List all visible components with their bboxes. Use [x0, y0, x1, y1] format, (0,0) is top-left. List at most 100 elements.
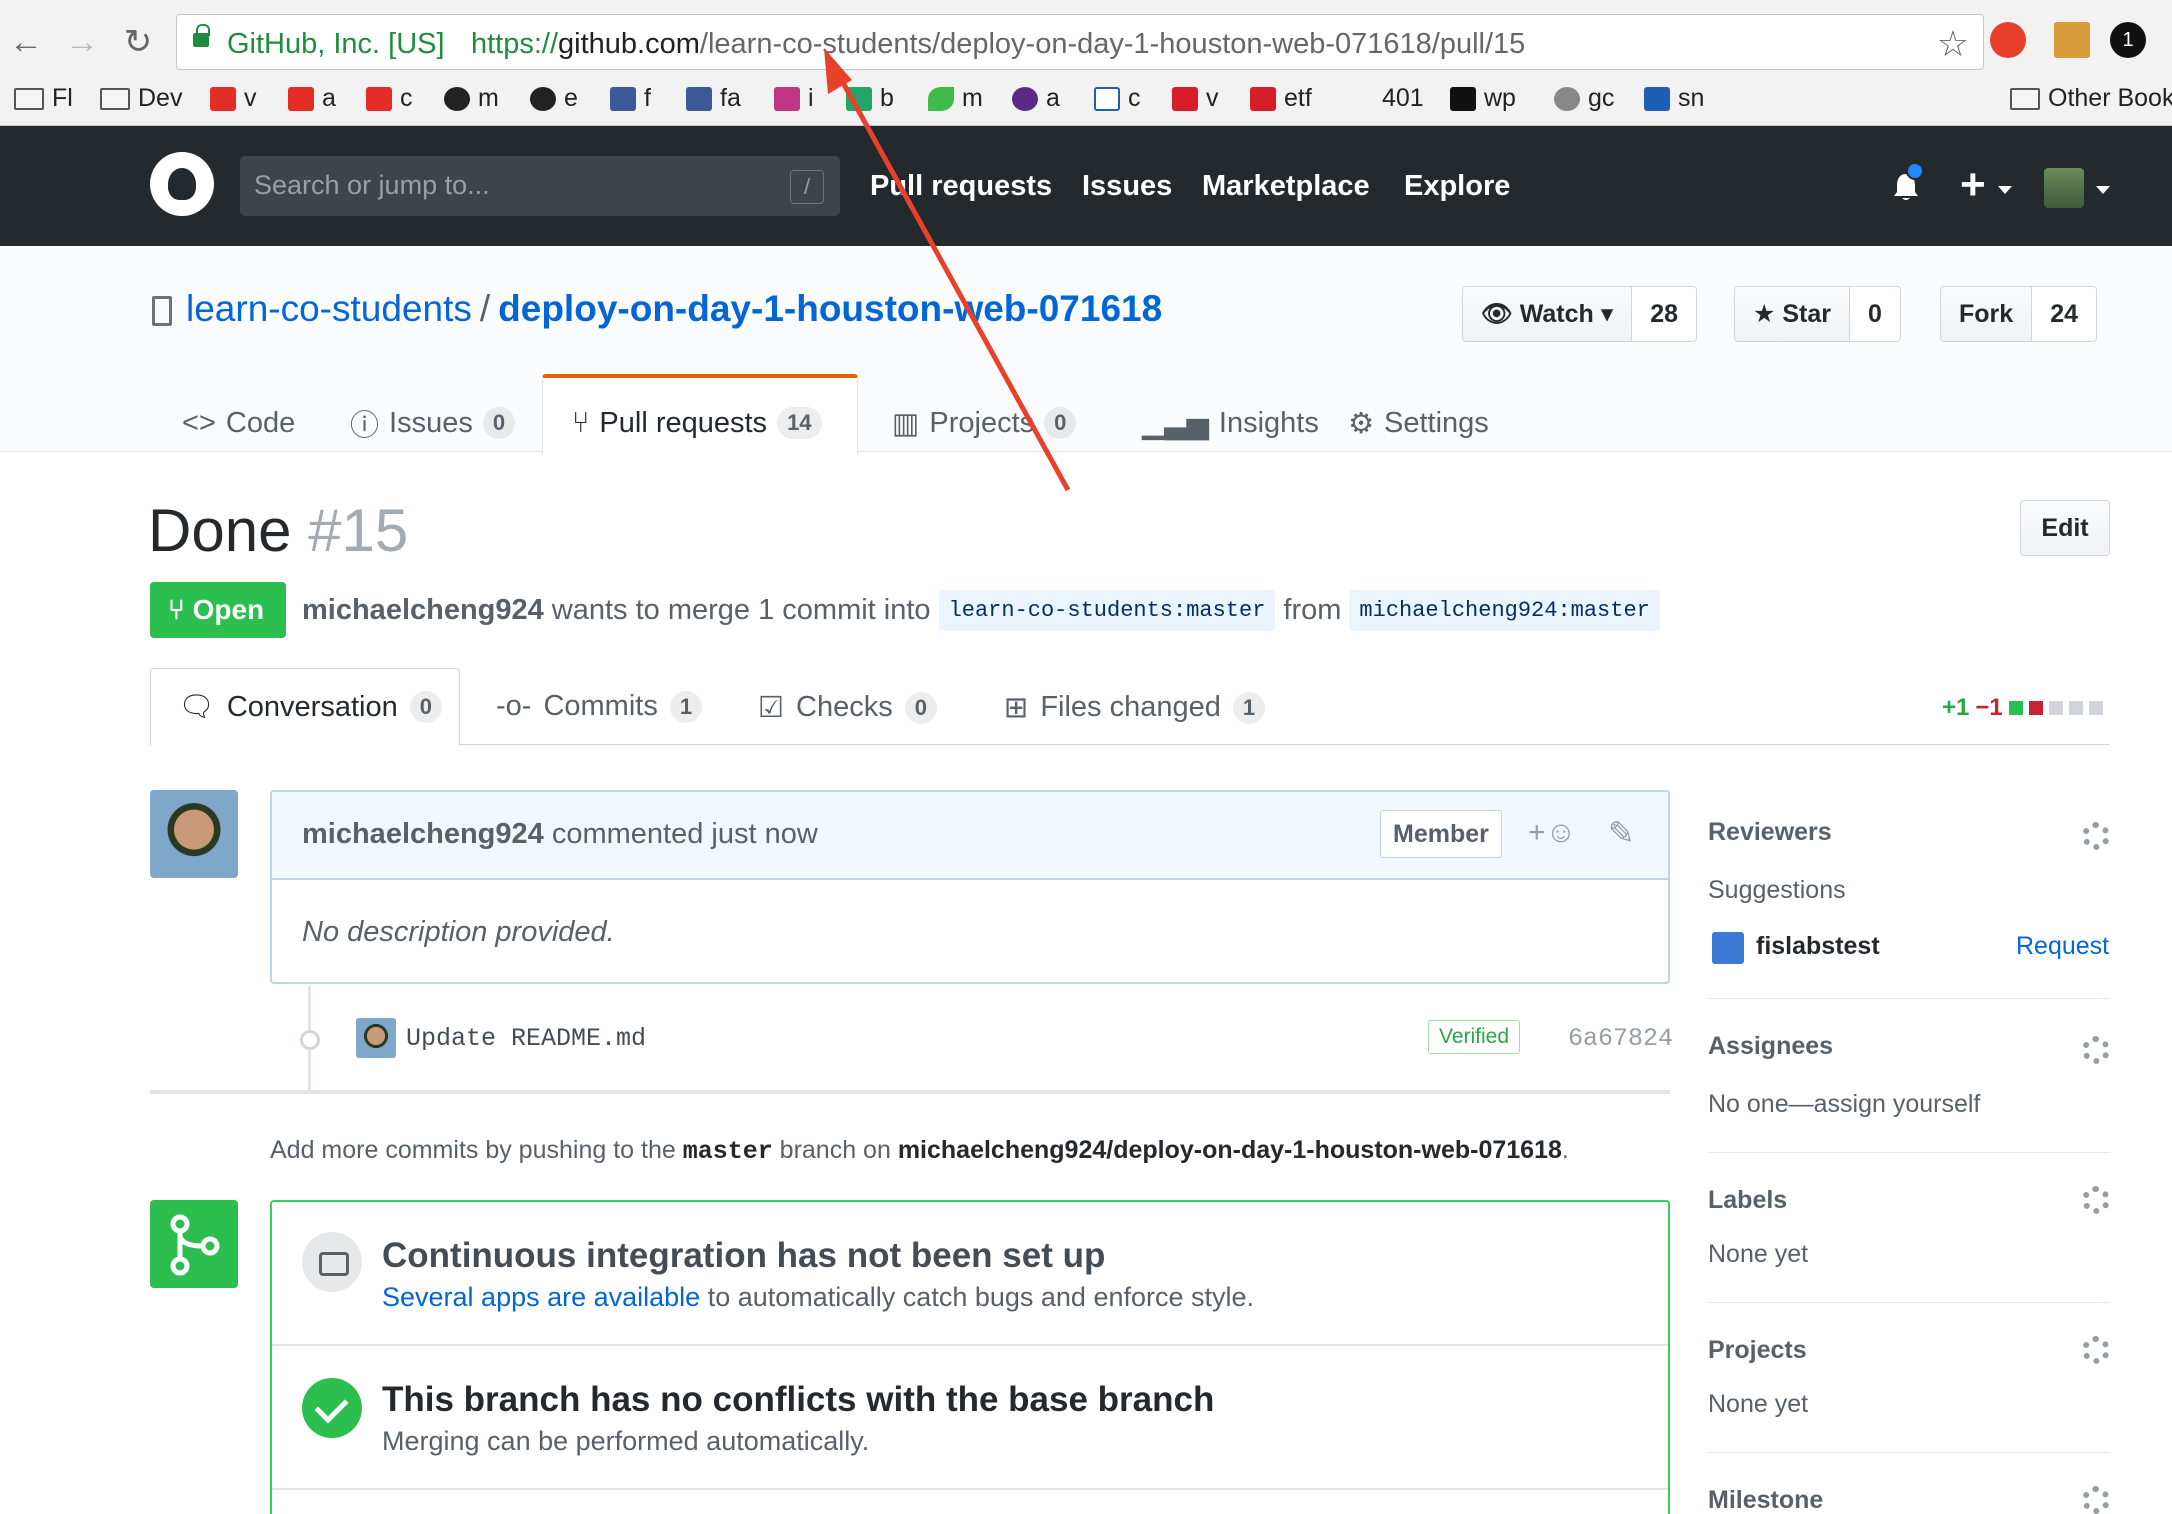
repo-owner-link[interactable]: learn-co-students: [186, 288, 472, 329]
tab-files-changed[interactable]: ⊞ Files changed 1: [1004, 690, 1266, 725]
labels-heading[interactable]: Labels: [1708, 1186, 1787, 1215]
edit-title-button[interactable]: Edit: [2020, 500, 2110, 556]
bookmark-item[interactable]: e: [530, 84, 578, 113]
issues-count: 0: [482, 407, 516, 439]
tab-insights[interactable]: ▁▃▅ Insights: [1142, 394, 1319, 452]
reviewers-heading[interactable]: Reviewers: [1708, 818, 1832, 847]
pr-author-link[interactable]: michaelcheng924: [302, 594, 544, 627]
forward-icon[interactable]: →: [62, 22, 102, 62]
watch-button[interactable]: 👁 Watch ▾: [1462, 286, 1633, 342]
divider: [1708, 1302, 2110, 1303]
tab-code[interactable]: <> Code: [182, 394, 295, 452]
extension-icon[interactable]: [2054, 22, 2090, 58]
bookmark-star-icon[interactable]: ☆: [1937, 23, 1969, 65]
suggestions-label: Suggestions: [1708, 876, 1846, 904]
leaf-icon: [928, 86, 954, 111]
bookmark-item[interactable]: a: [1012, 84, 1060, 113]
bookmark-item[interactable]: i: [774, 84, 814, 113]
base-branch[interactable]: learn-co-students:master: [938, 590, 1276, 631]
lock-icon: [193, 24, 210, 47]
watch-count[interactable]: 28: [1632, 286, 1698, 342]
reload-icon[interactable]: ↻: [118, 22, 158, 62]
commit-message-link[interactable]: Update README.md: [406, 1024, 646, 1053]
bookmark-item[interactable]: gc: [1554, 84, 1614, 113]
repo-name-link[interactable]: deploy-on-day-1-houston-web-071618: [498, 288, 1162, 329]
create-new-icon[interactable]: +: [1960, 160, 1986, 210]
star-count[interactable]: 0: [1850, 286, 1901, 342]
ci-icon: [302, 1232, 362, 1292]
assign-yourself-link[interactable]: No one—assign yourself: [1708, 1090, 1980, 1119]
gear-icon[interactable]: [2082, 1486, 2110, 1514]
merge-status-box: Continuous integration has not been set …: [270, 1200, 1670, 1514]
tab-conversation[interactable]: 🗨 Conversation 0: [178, 690, 442, 724]
comment-body: No description provided.: [302, 916, 615, 948]
head-branch[interactable]: michaelcheng924:master: [1349, 590, 1660, 631]
apps-link[interactable]: Several apps are available: [382, 1282, 700, 1312]
bookmark-item[interactable]: a: [288, 84, 336, 113]
nav-issues[interactable]: Issues: [1082, 170, 1172, 203]
watch-button-group: 👁 Watch ▾ 28: [1462, 286, 1698, 342]
bookmark-item[interactable]: Dev: [100, 84, 182, 113]
search-input[interactable]: Search or jump to... /: [240, 156, 840, 216]
milestone-heading[interactable]: Milestone: [1708, 1486, 1823, 1514]
project-icon: ▥: [892, 407, 920, 440]
fork-button[interactable]: Fork: [1940, 286, 2033, 342]
branch-name: master: [682, 1137, 773, 1166]
other-bookmarks[interactable]: Other Book: [2010, 84, 2172, 113]
divider: [272, 1344, 1668, 1346]
graph-icon: ▁▃▅: [1142, 407, 1209, 440]
user-avatar[interactable]: [2044, 168, 2084, 208]
projects-heading[interactable]: Projects: [1708, 1336, 1807, 1365]
fork-count[interactable]: 24: [2032, 286, 2097, 342]
gear-icon[interactable]: [2082, 822, 2110, 850]
bookmark-item[interactable]: v: [1172, 84, 1219, 113]
bookmark-item[interactable]: f: [610, 84, 651, 113]
bookmark-item[interactable]: b: [846, 84, 894, 113]
url-text[interactable]: https://github.com/learn-co-students/dep…: [471, 28, 1525, 61]
tab-projects[interactable]: ▥ Projects 0: [892, 394, 1077, 452]
bookmark-item[interactable]: fa: [686, 84, 741, 113]
request-review-link[interactable]: Request: [2016, 932, 2109, 961]
bookmark-item[interactable]: Fl: [14, 84, 73, 113]
verified-badge[interactable]: Verified: [1428, 1020, 1521, 1054]
adblock-extension-icon[interactable]: [1990, 22, 2026, 58]
avatar[interactable]: [356, 1018, 396, 1058]
bookmark-item[interactable]: v: [210, 84, 257, 113]
bookmark-item[interactable]: etf: [1250, 84, 1312, 113]
head-repo-name: michaelcheng924/deploy-on-day-1-houston-…: [897, 1136, 1562, 1164]
back-icon[interactable]: ←: [6, 22, 46, 62]
comment-author-link[interactable]: michaelcheng924: [302, 818, 544, 850]
bookmark-item[interactable]: sn: [1644, 84, 1704, 113]
star-button[interactable]: ★ Star: [1734, 286, 1850, 342]
bookmark-item[interactable]: c: [366, 84, 413, 113]
vanguard-icon: [1172, 86, 1198, 111]
tab-commits[interactable]: -o- Commits 1: [496, 690, 703, 723]
gear-icon[interactable]: [2082, 1036, 2110, 1064]
extension-badge-icon[interactable]: 1: [2110, 22, 2146, 58]
bookmark-item[interactable]: c: [1094, 84, 1141, 113]
nav-pull-requests[interactable]: Pull requests: [870, 170, 1052, 203]
nav-marketplace[interactable]: Marketplace: [1202, 170, 1370, 203]
comment-action: commented just now: [551, 818, 818, 850]
wp-icon: [1450, 86, 1476, 111]
tab-checks[interactable]: ☑ Checks 0: [758, 690, 937, 725]
github-logo-icon[interactable]: [150, 152, 214, 216]
gear-icon[interactable]: [2082, 1186, 2110, 1214]
tab-issues[interactable]: ⓘ Issues 0: [350, 394, 516, 452]
bookmark-item[interactable]: m: [928, 84, 983, 113]
commit-sha-link[interactable]: 6a67824: [1568, 1024, 1673, 1053]
bookmark-item[interactable]: 401: [1382, 84, 1424, 113]
assignees-heading[interactable]: Assignees: [1708, 1032, 1833, 1061]
gear-icon[interactable]: [2082, 1336, 2110, 1364]
add-reaction-icon[interactable]: +☺: [1528, 816, 1576, 850]
reviewer-name: fislabstest: [1756, 932, 1880, 960]
tab-settings[interactable]: ⚙ Settings: [1348, 394, 1489, 452]
nav-explore[interactable]: Explore: [1404, 170, 1510, 203]
bookmark-item[interactable]: wp: [1450, 84, 1516, 113]
avatar[interactable]: [150, 790, 238, 878]
url-host: github.com: [558, 28, 700, 60]
address-bar[interactable]: GitHub, Inc. [US] https://github.com/lea…: [176, 14, 1984, 70]
pencil-icon[interactable]: ✎: [1608, 814, 1635, 852]
bookmark-item[interactable]: m: [444, 84, 499, 113]
tab-pull-requests[interactable]: ⑂ Pull requests 14: [572, 394, 822, 452]
